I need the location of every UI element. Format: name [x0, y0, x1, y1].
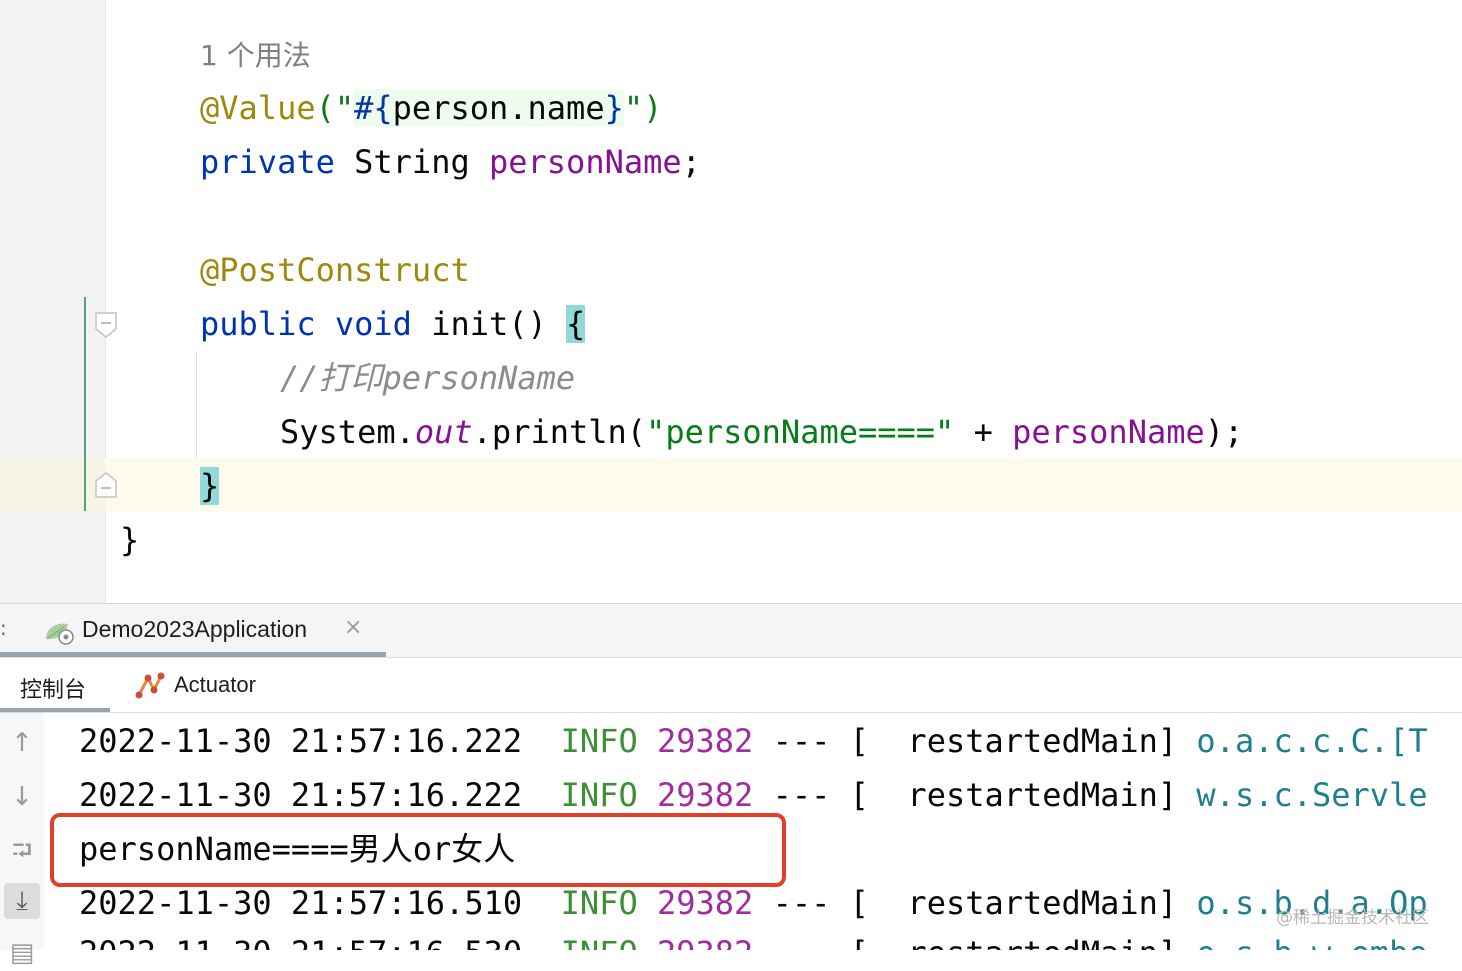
- log-timestamp: 2022-11-30 21:57:16.510: [79, 884, 523, 922]
- log-thread: [ restartedMain]: [849, 776, 1178, 814]
- log-pid: 29382: [656, 722, 754, 760]
- code-line-field-declaration[interactable]: private String personName;: [200, 142, 701, 182]
- log-thread: [ restartedMain]: [850, 934, 1178, 950]
- active-tab-indicator: [0, 652, 386, 657]
- active-subtab-indicator: [0, 708, 110, 712]
- tab-console[interactable]: 控制台: [20, 672, 86, 704]
- current-line-highlight: [0, 458, 1462, 512]
- log-level: INFO: [561, 934, 638, 950]
- log-line: 2022-11-30 21:57:16.222 INFO 29382 --- […: [79, 775, 1428, 815]
- log-separator: ---: [772, 776, 831, 814]
- log-logger[interactable]: w.s.c.Servle: [1196, 776, 1427, 814]
- log-pid: 29382: [656, 776, 754, 814]
- method-name-token: init(): [411, 305, 567, 343]
- log-separator: ---: [772, 884, 831, 922]
- run-tool-window-header: : Demo2023Application ×: [0, 604, 1462, 658]
- log-line: 2022-11-30 21:57:16.510 INFO 29382 --- […: [79, 883, 1428, 923]
- gutter-current-line: [0, 458, 105, 512]
- log-level: INFO: [560, 884, 638, 922]
- code-line-value-annotation[interactable]: @Value("#{person.name}"): [200, 88, 662, 128]
- string-literal-token: "personName====": [646, 413, 955, 451]
- run-config-tab[interactable]: Demo2023Application ×: [0, 604, 386, 657]
- fold-end-icon[interactable]: [95, 472, 117, 498]
- log-timestamp: 2022-11-30 21:57:16.222: [79, 722, 523, 760]
- tab-actuator[interactable]: Actuator: [174, 672, 256, 698]
- run-config-label: Demo2023Application: [82, 616, 308, 642]
- log-line: 2022-11-30 21:57:16.222 INFO 29382 --- […: [79, 721, 1428, 761]
- keyword-token: public: [200, 305, 316, 343]
- annotation-token: @Value: [200, 89, 316, 127]
- console-subtabs: 控制台 Actuator: [0, 658, 1462, 713]
- keyword-token: private: [200, 143, 335, 181]
- soft-wrap-icon[interactable]: ⮒: [4, 833, 40, 869]
- log-logger[interactable]: o.s.b.w.embe: [1196, 934, 1427, 950]
- el-open-token: #{: [354, 89, 393, 127]
- matched-brace-open: {: [566, 305, 586, 343]
- field-token: personName: [1012, 413, 1205, 451]
- log-separator: ---: [773, 934, 831, 950]
- semicolon-token: ;: [681, 143, 701, 181]
- annotation-token: @PostConstruct: [200, 251, 470, 289]
- vcs-change-marker[interactable]: [84, 297, 86, 511]
- scroll-up-icon[interactable]: ↑: [4, 725, 40, 761]
- system-token: System.: [280, 413, 415, 451]
- code-line-class-close[interactable]: }: [120, 520, 139, 560]
- console-side-toolbar: ↑ ↓ ⮒ ⤓ ▤: [0, 713, 44, 968]
- matched-brace-close: }: [200, 467, 220, 505]
- watermark: @稀土掘金技术社区: [1276, 908, 1429, 928]
- log-timestamp: 2022-11-30 21:57:16.222: [79, 776, 523, 814]
- close-tab-icon[interactable]: ×: [344, 615, 362, 640]
- code-line-println[interactable]: System.out.println("personName====" + pe…: [280, 412, 1243, 452]
- scroll-down-icon[interactable]: ↓: [4, 779, 40, 815]
- type-token: String: [334, 143, 489, 181]
- editor-gutter[interactable]: [0, 0, 106, 603]
- log-line: 2022-11-30 21:57:16.530 INFO 29382 --- […: [79, 933, 1428, 950]
- log-thread: [ restartedMain]: [849, 884, 1178, 922]
- annotation-highlight-box: [50, 813, 786, 887]
- el-close-token: }: [604, 89, 624, 127]
- field-token: personName: [488, 143, 682, 181]
- print-icon[interactable]: ▤: [4, 935, 40, 971]
- usages-hint[interactable]: 1 个用法: [200, 36, 311, 76]
- log-timestamp: 2022-11-30 21:57:16.530: [79, 934, 522, 950]
- spring-boot-run-icon: [46, 623, 74, 645]
- fold-collapse-icon[interactable]: [95, 312, 117, 338]
- code-editor[interactable]: 1 个用法 @Value("#{person.name}") private S…: [0, 0, 1462, 603]
- actuator-icon: [135, 672, 165, 699]
- code-line-method-signature[interactable]: public void init() {: [200, 304, 586, 344]
- indent-guide: [196, 352, 197, 458]
- el-body-token: person.name: [392, 89, 605, 127]
- keyword-token: void: [334, 305, 412, 343]
- log-pid: 29382: [657, 934, 753, 950]
- static-field-token: out: [414, 413, 473, 451]
- code-line-method-close[interactable]: }: [200, 466, 220, 506]
- string-close-token: "): [623, 89, 663, 127]
- code-line-postconstruct[interactable]: @PostConstruct: [200, 250, 470, 290]
- method-call-token: .println(: [472, 413, 647, 451]
- scroll-to-end-icon[interactable]: ⤓: [4, 883, 40, 919]
- log-logger[interactable]: o.a.c.c.C.[T: [1196, 722, 1427, 760]
- log-thread: [ restartedMain]: [849, 722, 1178, 760]
- operator-token: +: [954, 413, 1013, 451]
- log-separator: ---: [772, 722, 831, 760]
- code-line-comment[interactable]: //打印personName: [280, 358, 575, 398]
- log-level: INFO: [560, 722, 638, 760]
- string-open-token: (": [315, 89, 355, 127]
- log-pid: 29382: [656, 884, 754, 922]
- el-expression: #{person.name}: [354, 89, 624, 127]
- log-level: INFO: [560, 776, 638, 814]
- call-end-token: );: [1204, 413, 1244, 451]
